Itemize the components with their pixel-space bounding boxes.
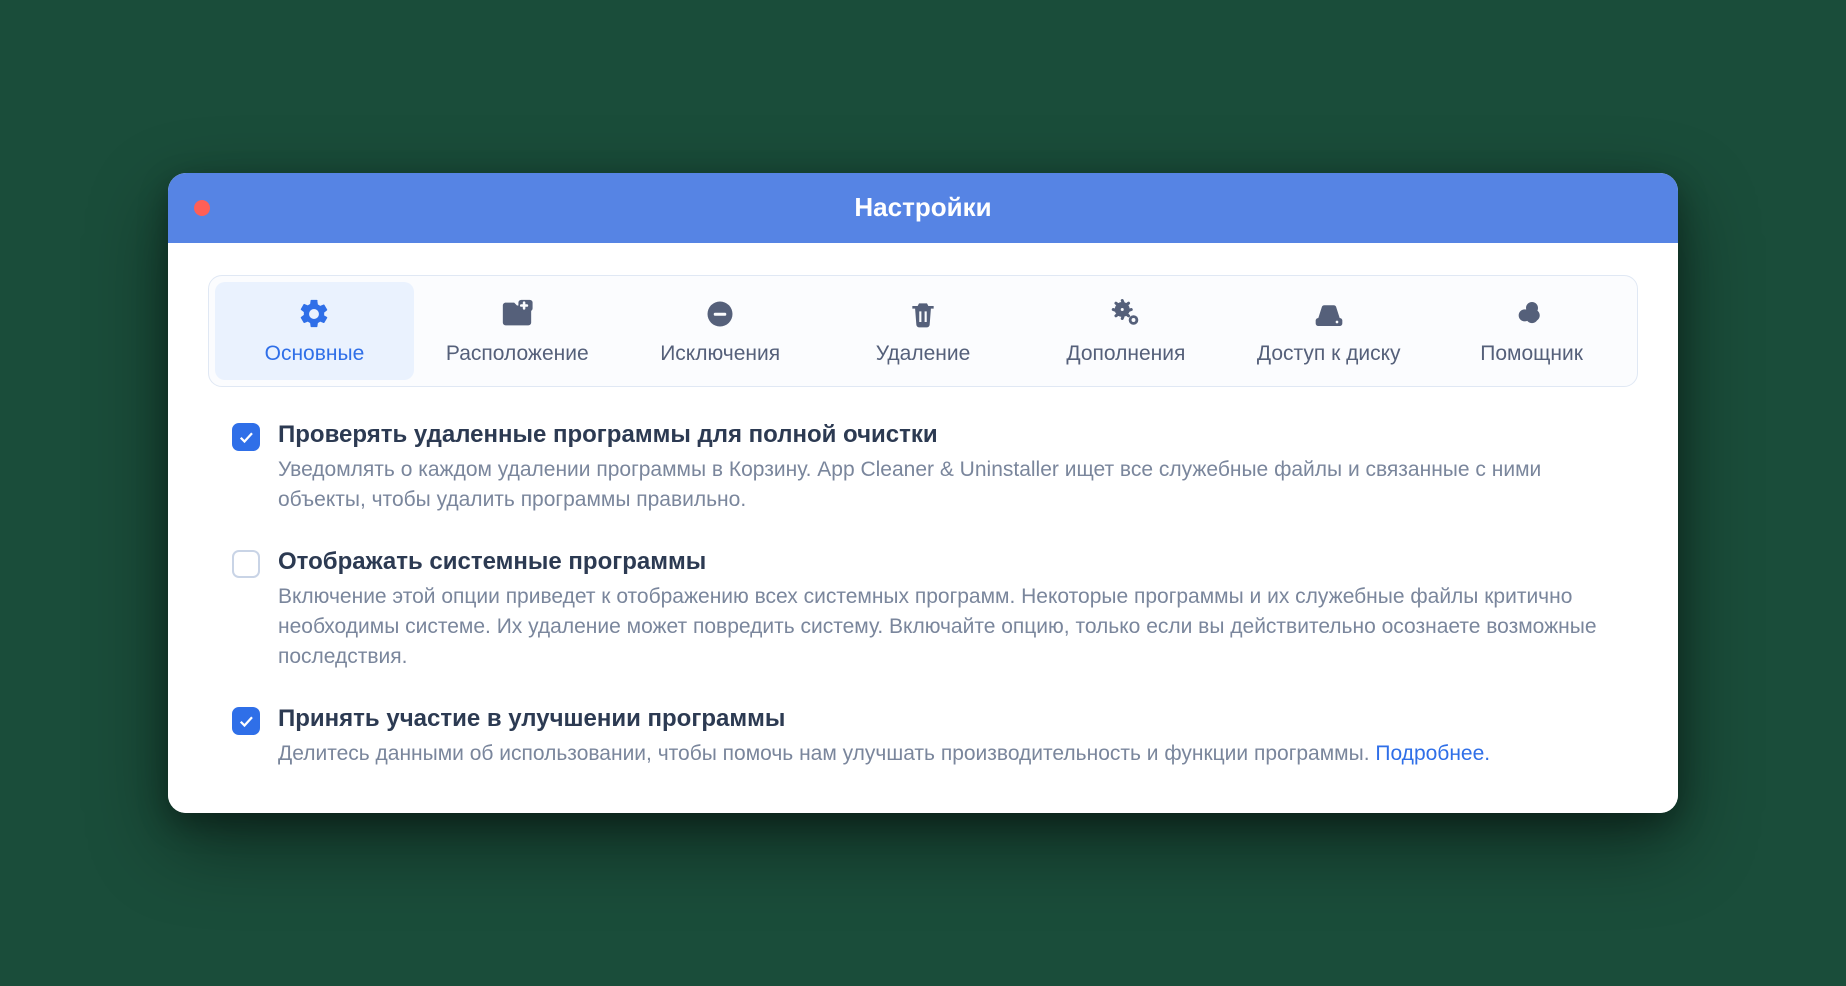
option-description: Делитесь данными об использовании, чтобы… — [278, 739, 1614, 769]
disk-icon — [1311, 296, 1347, 332]
tab-label: Дополнения — [1066, 342, 1185, 366]
window-body: Основные Расположение Исключения — [168, 243, 1678, 814]
option-title: Проверять удаленные программы для полной… — [278, 421, 1614, 449]
option-description: Включение этой опции приведет к отображе… — [278, 582, 1614, 673]
window-title: Настройки — [168, 192, 1678, 223]
titlebar: Настройки — [168, 173, 1678, 243]
settings-window: Настройки Основные Расположение — [168, 173, 1678, 814]
checkbox-show-system[interactable] — [232, 550, 260, 578]
options-list: Проверять удаленные программы для полной… — [208, 421, 1638, 770]
option-description-text: Делитесь данными об использовании, чтобы… — [278, 742, 1375, 765]
tab-removal[interactable]: Удаление — [824, 282, 1023, 380]
tab-label: Исключения — [660, 342, 780, 366]
tab-label: Удаление — [876, 342, 971, 366]
tab-label: Помощник — [1480, 342, 1583, 366]
minus-circle-icon — [702, 296, 738, 332]
option-title: Принять участие в улучшении программы — [278, 705, 1614, 733]
tab-bar: Основные Расположение Исключения — [208, 275, 1638, 387]
option-show-system: Отображать системные программы Включение… — [232, 548, 1614, 673]
trash-icon — [905, 296, 941, 332]
learn-more-link[interactable]: Подробнее. — [1375, 742, 1490, 765]
tab-disk-access[interactable]: Доступ к диску — [1229, 282, 1428, 380]
helper-icon — [1514, 296, 1550, 332]
folder-plus-icon — [499, 296, 535, 332]
option-description: Уведомлять о каждом удалении программы в… — [278, 455, 1614, 516]
tab-location[interactable]: Расположение — [418, 282, 617, 380]
tab-extensions[interactable]: Дополнения — [1026, 282, 1225, 380]
tab-general[interactable]: Основные — [215, 282, 414, 380]
gears-icon — [1108, 296, 1144, 332]
tab-helper[interactable]: Помощник — [1432, 282, 1631, 380]
checkbox-check-removed[interactable] — [232, 423, 260, 451]
tab-exclusions[interactable]: Исключения — [621, 282, 820, 380]
gear-icon — [296, 296, 332, 332]
option-title: Отображать системные программы — [278, 548, 1614, 576]
tab-label: Основные — [265, 342, 365, 366]
option-check-removed: Проверять удаленные программы для полной… — [232, 421, 1614, 516]
close-window-button[interactable] — [194, 200, 210, 216]
option-improve-program: Принять участие в улучшении программы Де… — [232, 705, 1614, 769]
tab-label: Доступ к диску — [1257, 342, 1401, 366]
checkbox-improve-program[interactable] — [232, 707, 260, 735]
tab-label: Расположение — [446, 342, 589, 366]
